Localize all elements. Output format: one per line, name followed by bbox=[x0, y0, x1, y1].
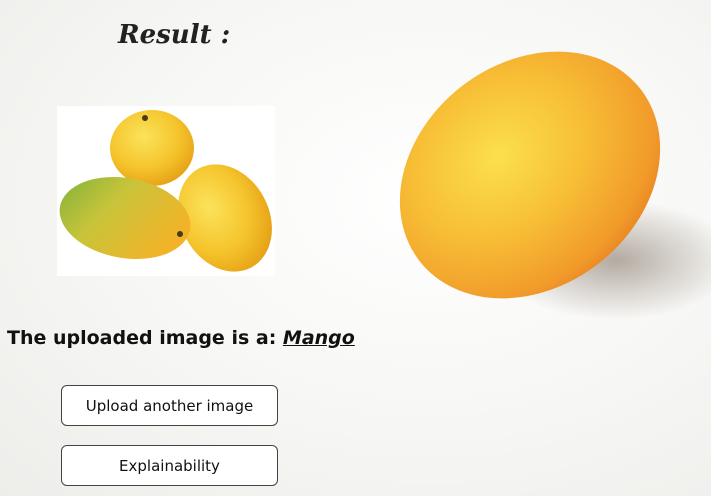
background-mango-image bbox=[360, 30, 711, 380]
explainability-button[interactable]: Explainability bbox=[61, 445, 278, 486]
prediction-prefix: The uploaded image is a: bbox=[7, 327, 283, 349]
mangoes-illustration bbox=[59, 110, 272, 272]
uploaded-image bbox=[57, 106, 275, 276]
prediction-label: Mango bbox=[282, 327, 355, 349]
result-heading: Result : bbox=[118, 20, 231, 50]
upload-another-image-button[interactable]: Upload another image bbox=[61, 385, 278, 426]
prediction-text: The uploaded image is a: Mango bbox=[7, 327, 355, 349]
mango-back bbox=[110, 110, 194, 186]
mango-front bbox=[59, 176, 191, 260]
mango-illustration bbox=[399, 51, 711, 320]
